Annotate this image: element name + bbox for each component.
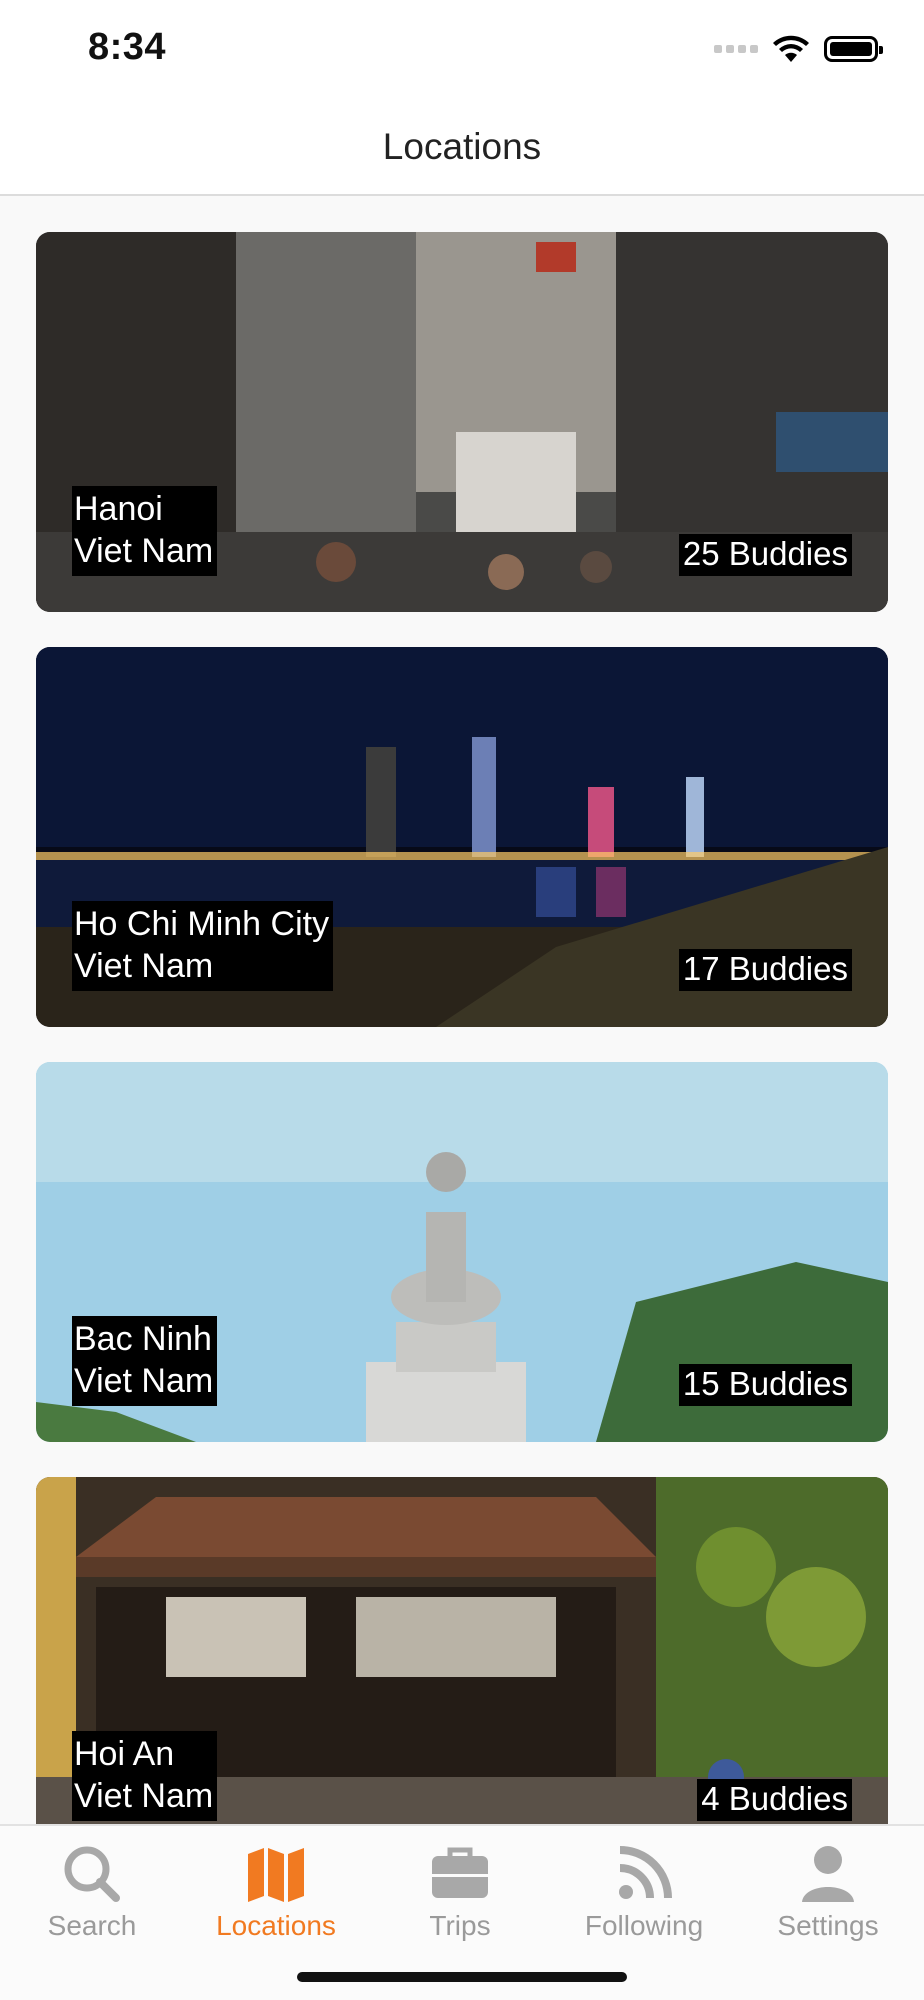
tab-label: Trips: [429, 1910, 491, 1941]
home-indicator[interactable]: [297, 1972, 627, 1982]
wifi-icon: [773, 35, 809, 62]
tab-locations[interactable]: Locations: [184, 1832, 368, 1952]
buddies-count: 4 Buddies: [697, 1779, 852, 1821]
location-name-block: Bac Ninh Viet Nam: [72, 1316, 218, 1406]
location-name-block: Hoi An Viet Nam: [72, 1731, 218, 1821]
country-label: Viet Nam: [74, 1362, 214, 1400]
status-time: 8:34: [88, 26, 167, 68]
locations-list[interactable]: Hanoi Viet Nam 25 Buddies Ho Chi Minh Ci…: [0, 198, 924, 1824]
cellular-signal-icon: [714, 45, 758, 53]
tab-trips[interactable]: Trips: [368, 1832, 552, 1952]
map-icon: [248, 1848, 304, 1902]
status-icons: [714, 34, 883, 64]
tab-label: Search: [47, 1910, 137, 1941]
person-icon: [802, 1846, 854, 1902]
tab-label: Locations: [216, 1910, 336, 1941]
location-card-ho-chi-minh-city[interactable]: Ho Chi Minh City Viet Nam 17 Buddies: [36, 647, 888, 1027]
page-title: Locations: [382, 126, 542, 167]
buddies-count: 15 Buddies: [678, 1364, 852, 1406]
buddies-count: 25 Buddies: [678, 534, 852, 576]
tab-label: Settings: [777, 1910, 879, 1941]
tab-search[interactable]: Search: [0, 1832, 184, 1952]
tab-label: Following: [584, 1910, 704, 1941]
briefcase-icon: [432, 1847, 488, 1898]
country-label: Viet Nam: [74, 1777, 214, 1815]
nav-header: Locations: [0, 100, 924, 196]
city-label: Ho Chi Minh City: [74, 905, 330, 943]
location-name-block: Ho Chi Minh City Viet Nam: [72, 901, 334, 991]
status-bar: 8:34: [0, 0, 924, 100]
city-label: Hanoi: [74, 490, 163, 528]
tab-settings[interactable]: Settings: [736, 1832, 920, 1952]
location-card-hoi-an[interactable]: Hoi An Viet Nam 4 Buddies: [36, 1477, 888, 1824]
location-card-hanoi[interactable]: Hanoi Viet Nam 25 Buddies: [36, 232, 888, 612]
city-label: Hoi An: [74, 1735, 175, 1773]
battery-icon: [824, 36, 883, 62]
feed-icon: [619, 1846, 672, 1899]
tab-following[interactable]: Following: [552, 1832, 736, 1952]
buddies-count: 17 Buddies: [678, 949, 852, 991]
location-card-bac-ninh[interactable]: Bac Ninh Viet Nam 15 Buddies: [36, 1062, 888, 1442]
country-label: Viet Nam: [74, 947, 214, 985]
country-label: Viet Nam: [74, 532, 214, 570]
location-name-block: Hanoi Viet Nam: [72, 486, 218, 576]
search-icon: [64, 1846, 120, 1902]
city-label: Bac Ninh: [74, 1320, 212, 1358]
